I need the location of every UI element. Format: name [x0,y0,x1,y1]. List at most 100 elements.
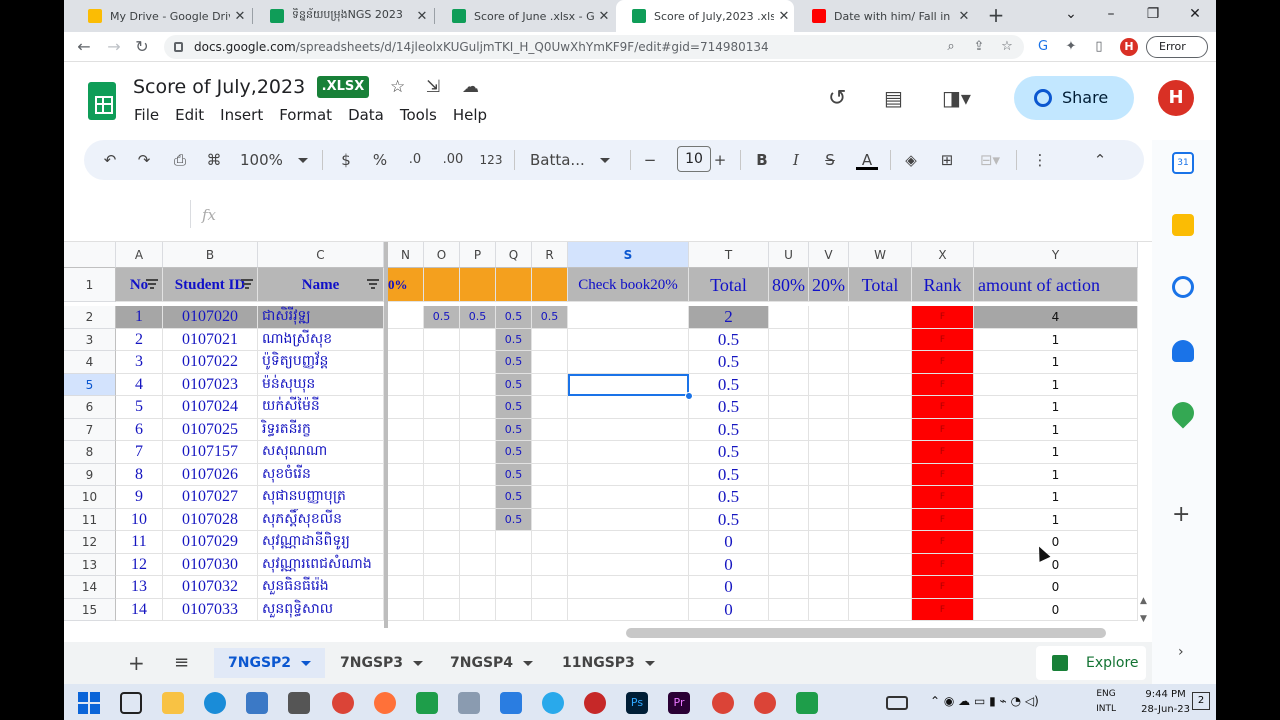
cell-v[interactable] [809,306,849,329]
italic-button[interactable]: I [786,150,806,170]
cell-b[interactable]: 0107029 [163,531,258,554]
cell-x[interactable]: F [912,351,974,374]
cell-o[interactable] [424,373,460,396]
row-header-9[interactable]: 9 [64,463,116,486]
cell-w[interactable] [849,531,912,554]
translate-icon[interactable]: G [1032,36,1054,58]
cell-b[interactable]: 0107025 [163,418,258,441]
add-sheet-button[interactable]: + [114,648,159,678]
url-field[interactable]: docs.google.com/spreadsheets/d/14jleolxK… [164,35,1024,59]
cell-p[interactable] [460,531,496,554]
cell-y[interactable]: 1 [974,396,1138,419]
cell-c[interactable]: សុខចំរើន [258,463,384,486]
sheet-tab-7ngsp3[interactable]: 7NGSP3 [326,648,437,678]
cell-w[interactable] [849,373,912,396]
cell-o[interactable]: 0.5 [424,306,460,329]
reload-icon[interactable]: ↻ [130,35,154,59]
cell-u[interactable] [769,418,809,441]
cell-o[interactable] [424,508,460,531]
cell-t[interactable]: 0.5 [689,351,769,374]
extensions-icon[interactable]: ✦ [1060,36,1082,58]
cell-a[interactable]: 5 [116,396,163,419]
cell-o[interactable] [424,531,460,554]
cell-y[interactable]: 0 [974,576,1138,599]
cell-a[interactable]: 12 [116,553,163,576]
premiere-icon[interactable]: Pr [668,692,690,714]
notifications-icon[interactable]: 2 [1192,692,1210,710]
column-header-y[interactable]: Y [974,242,1138,268]
cloud-status-icon[interactable]: ☁ [462,77,479,97]
cell-u[interactable] [769,463,809,486]
restore-button[interactable]: ❐ [1132,0,1174,30]
cell-p[interactable] [460,553,496,576]
row-header-6[interactable]: 6 [64,396,116,419]
header-cell-x[interactable]: Rank [912,268,974,302]
cell-o[interactable] [424,598,460,621]
cell-v[interactable] [809,531,849,554]
header-cell-c[interactable]: Name [258,268,384,302]
decrease-font-size-button[interactable]: − [640,150,660,170]
cell-c[interactable]: រិទ្ធរតនីរក្ខ [258,418,384,441]
cell-u[interactable] [769,508,809,531]
cell-c[interactable]: សុភស្តិ៍សុខលីន [258,508,384,531]
sheet-tab-7ngsp4[interactable]: 7NGSP4 [436,648,547,678]
cell-q[interactable] [496,531,532,554]
cell-v[interactable] [809,441,849,464]
chrome-window-icon[interactable] [754,692,776,714]
cell-a[interactable]: 13 [116,576,163,599]
more-options-icon[interactable]: ⋮ [1030,150,1050,170]
calendar-icon[interactable]: 31 [1172,152,1194,174]
header-cell-v[interactable]: 20% [809,268,849,302]
column-header-w[interactable]: W [849,242,912,268]
cell-b[interactable]: 0107023 [163,373,258,396]
scroll-down-icon[interactable]: ▼ [1140,614,1147,624]
cell-b[interactable]: 0107028 [163,508,258,531]
cell-p[interactable]: 0.5 [460,306,496,329]
bold-button[interactable]: B [752,150,772,170]
cell-a[interactable]: 3 [116,351,163,374]
store-icon[interactable] [288,692,310,714]
cell-a[interactable]: 6 [116,418,163,441]
cell-r[interactable] [532,598,568,621]
chrome-profile-icon[interactable] [712,692,734,714]
cell-y[interactable]: 0 [974,598,1138,621]
select-all-corner[interactable] [64,242,116,268]
cell-p[interactable] [460,598,496,621]
horizontal-scrollbar[interactable] [626,628,1106,638]
row-header-5[interactable]: 5 [64,373,116,396]
cell-o[interactable] [424,441,460,464]
row-header-13[interactable]: 13 [64,553,116,576]
cell-r[interactable] [532,396,568,419]
cell-p[interactable] [460,373,496,396]
cell-n[interactable] [388,576,424,599]
cell-u[interactable] [769,306,809,329]
profile-avatar[interactable]: H [1120,38,1138,56]
cell-c[interactable]: សួនធិនធីរ៉េង [258,576,384,599]
cell-s[interactable] [568,396,689,419]
header-cell-w[interactable]: Total [849,268,912,302]
close-icon[interactable]: ✕ [954,9,974,24]
forward-icon[interactable]: → [102,35,126,59]
cell-n[interactable] [388,598,424,621]
cell-x[interactable]: F [912,531,974,554]
cell-s[interactable] [568,328,689,351]
camtasia-icon[interactable] [416,692,438,714]
cell-a[interactable]: 4 [116,373,163,396]
cell-y[interactable]: 4 [974,306,1138,329]
row-header-2[interactable]: 2 [64,306,116,329]
cell-y[interactable]: 1 [974,328,1138,351]
cell-y[interactable]: 1 [974,463,1138,486]
cell-n[interactable] [388,508,424,531]
cell-c[interactable]: សុវណ្ណារពេជសំណាង [258,553,384,576]
row-header-1[interactable]: 1 [64,268,116,302]
cell-s[interactable] [568,351,689,374]
row-header-12[interactable]: 12 [64,531,116,554]
start-icon[interactable] [78,692,100,714]
cell-r[interactable] [532,373,568,396]
cell-t[interactable]: 0.5 [689,396,769,419]
cell-v[interactable] [809,553,849,576]
cell-r[interactable] [532,463,568,486]
column-header-q[interactable]: Q [496,242,532,268]
cell-o[interactable] [424,328,460,351]
paint-format-icon[interactable]: ⌘ [204,150,224,170]
